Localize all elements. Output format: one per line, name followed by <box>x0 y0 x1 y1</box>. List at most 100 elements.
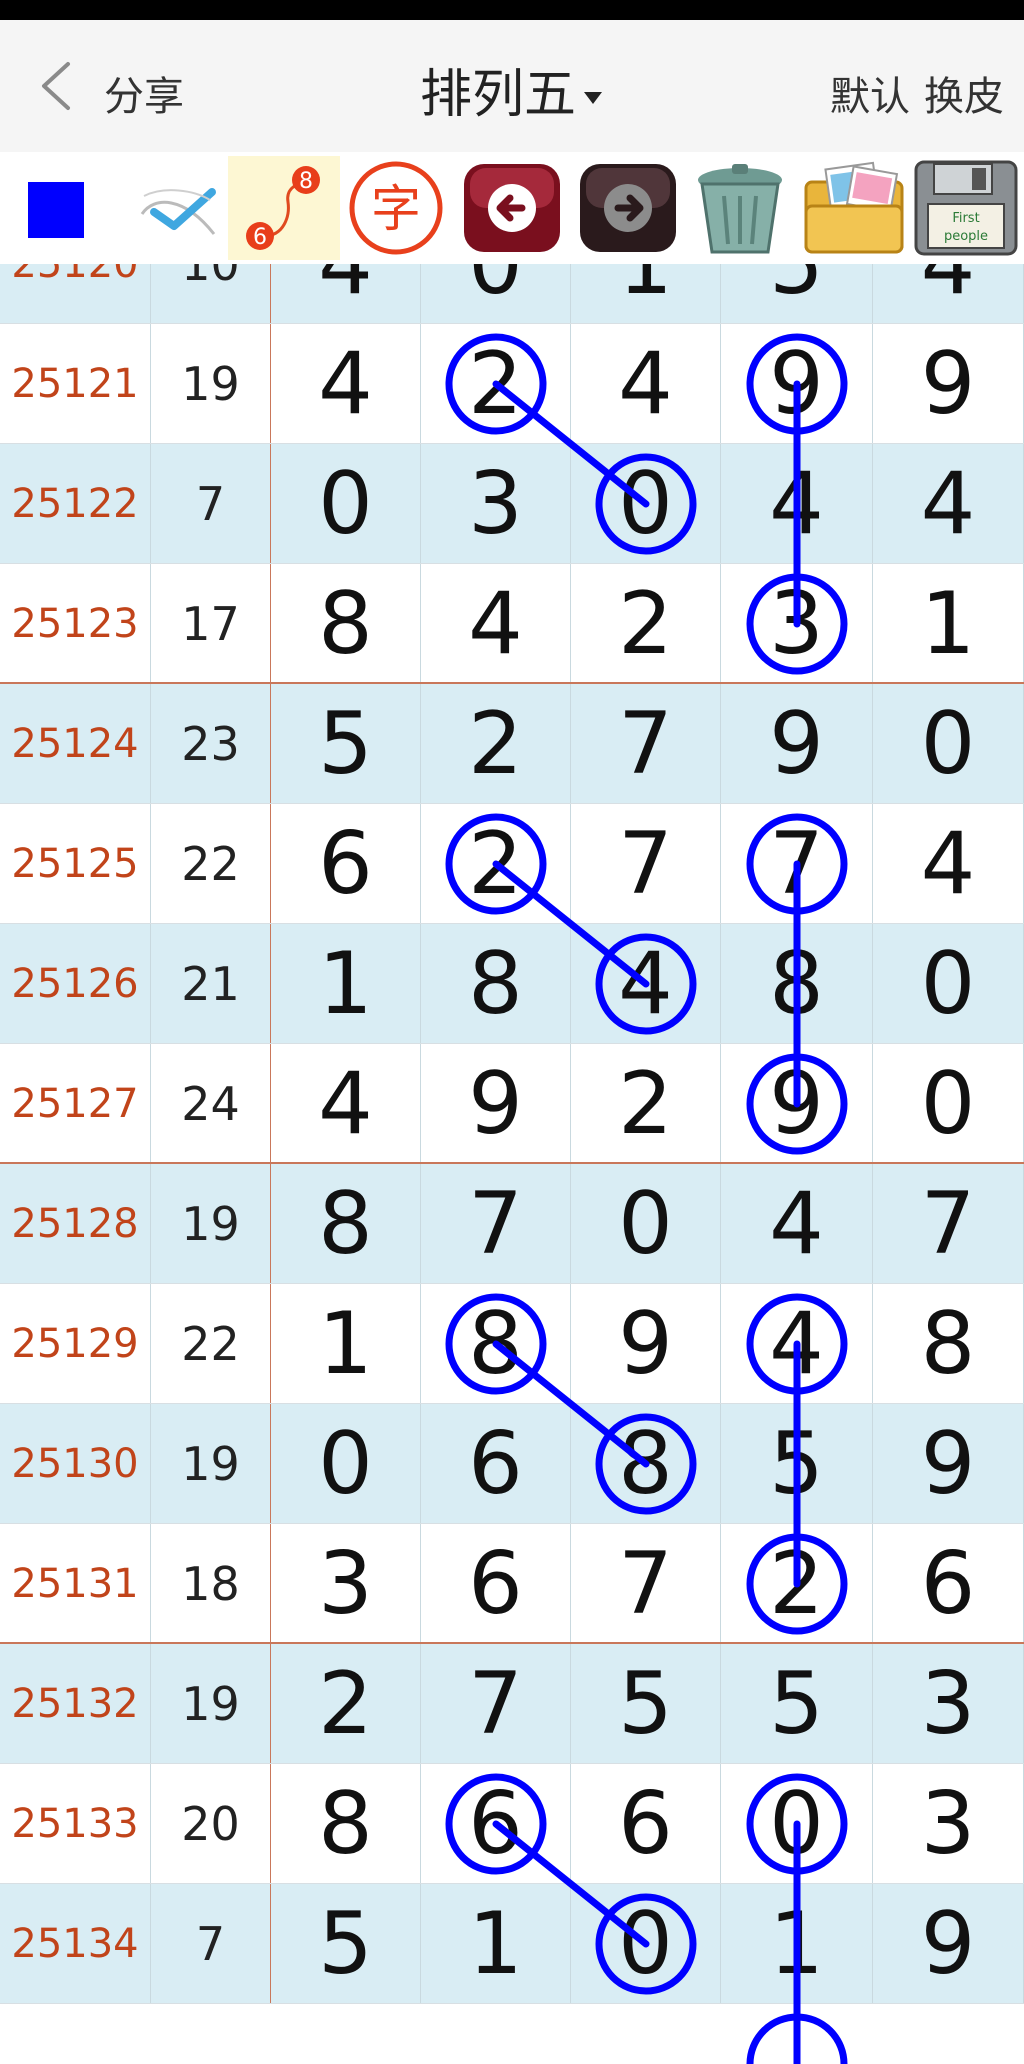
digit-5-cell[interactable]: 0 <box>873 924 1024 1044</box>
digit-sum-cell: 24 <box>151 1044 271 1164</box>
digit-2-cell[interactable]: 1 <box>421 1884 571 2004</box>
digit-3-cell[interactable]: 2 <box>571 564 721 684</box>
digit-1-cell[interactable]: 8 <box>271 1164 421 1284</box>
digit-4-cell[interactable]: 7 <box>721 804 873 924</box>
digit-4-cell[interactable]: 1 <box>721 1884 873 2004</box>
change-skin-button[interactable]: 换皮 <box>924 74 1004 120</box>
digit-5-cell[interactable]: 4 <box>873 264 1024 324</box>
digit-3-cell[interactable]: 9 <box>571 1284 721 1404</box>
digit-3-cell[interactable]: 0 <box>571 1884 721 2004</box>
digit-4-cell[interactable]: 9 <box>721 1044 873 1164</box>
digit-4-cell[interactable]: 5 <box>721 264 873 324</box>
digit-5-cell[interactable]: 0 <box>873 684 1024 804</box>
digit-2-cell[interactable]: 2 <box>421 324 571 444</box>
digit-3-cell[interactable]: 7 <box>571 1524 721 1644</box>
digit-2-cell[interactable]: 8 <box>421 1284 571 1404</box>
digit-2-cell[interactable]: 8 <box>421 924 571 1044</box>
digit-1-cell[interactable]: 1 <box>271 1284 421 1404</box>
undo-button[interactable] <box>456 156 568 260</box>
digit-5-cell[interactable]: 8 <box>873 1284 1024 1404</box>
digit-5-cell[interactable]: 0 <box>873 1044 1024 1164</box>
digit-4-cell[interactable]: 4 <box>721 1284 873 1404</box>
open-image-button[interactable] <box>798 156 910 260</box>
digit-3-cell[interactable]: 0 <box>571 1164 721 1284</box>
digit-1-cell[interactable]: 4 <box>271 264 421 324</box>
digit-1-cell[interactable]: 6 <box>271 804 421 924</box>
digit-1-cell[interactable]: 3 <box>271 1524 421 1644</box>
digit-1-cell[interactable]: 2 <box>271 1644 421 1764</box>
digit-5-cell[interactable]: 3 <box>873 1644 1024 1764</box>
digit-5-cell[interactable]: 4 <box>873 804 1024 924</box>
digit-1-cell[interactable]: 1 <box>271 924 421 1044</box>
issue-number-cell: 25122 <box>0 444 151 564</box>
issue-number-cell: 25126 <box>0 924 151 1044</box>
digit-5-cell[interactable]: 6 <box>873 1524 1024 1644</box>
digit-sum-cell: 20 <box>151 1764 271 1884</box>
digit-2-cell[interactable]: 9 <box>421 1044 571 1164</box>
digit-2-cell[interactable]: 3 <box>421 444 571 564</box>
digit-sum-cell: 21 <box>151 924 271 1044</box>
lottery-type-selector[interactable]: 排列五 <box>420 52 604 127</box>
digit-3-cell[interactable]: 6 <box>571 1764 721 1884</box>
digit-4-cell[interactable]: 8 <box>721 924 873 1044</box>
digit-5-cell[interactable]: 4 <box>873 444 1024 564</box>
issue-number-cell: 25124 <box>0 684 151 804</box>
digit-5-cell[interactable]: 1 <box>873 564 1024 684</box>
digit-1-cell[interactable]: 5 <box>271 1884 421 2004</box>
digit-3-cell[interactable]: 4 <box>571 324 721 444</box>
digit-2-cell[interactable]: 2 <box>421 684 571 804</box>
digit-5-cell[interactable]: 9 <box>873 324 1024 444</box>
digit-3-cell[interactable]: 5 <box>571 1644 721 1764</box>
share-button[interactable]: 分享 <box>104 64 184 122</box>
digit-2-cell[interactable]: 6 <box>421 1404 571 1524</box>
clear-button[interactable] <box>684 156 796 260</box>
digit-2-cell[interactable]: 0 <box>421 264 571 324</box>
digit-3-cell[interactable]: 8 <box>571 1404 721 1524</box>
digit-4-cell[interactable]: 3 <box>721 564 873 684</box>
digit-3-cell[interactable]: 7 <box>571 684 721 804</box>
table-row: 25129 22 1 8 9 4 8 <box>0 1284 1024 1404</box>
digit-1-cell[interactable]: 0 <box>271 1404 421 1524</box>
connect-line-button[interactable]: 8 6 <box>228 156 340 260</box>
digit-2-cell[interactable]: 7 <box>421 1164 571 1284</box>
table-row: 25133 20 8 6 6 0 3 <box>0 1764 1024 1884</box>
digit-2-cell[interactable]: 6 <box>421 1524 571 1644</box>
text-tool-button[interactable]: 字 <box>340 156 452 260</box>
digit-3-cell[interactable]: 0 <box>571 444 721 564</box>
back-button[interactable] <box>30 56 90 116</box>
digit-3-cell[interactable]: 2 <box>571 1044 721 1164</box>
digit-2-cell[interactable]: 2 <box>421 804 571 924</box>
digit-3-cell[interactable]: 7 <box>571 804 721 924</box>
results-grid: 25120 10 4 0 1 5 4 25121 19 4 2 4 9 9 25122 7 0 3 0 4 4 25123… <box>0 264 1024 2064</box>
digit-4-cell[interactable]: 9 <box>721 324 873 444</box>
digit-3-cell[interactable]: 4 <box>571 924 721 1044</box>
digit-1-cell[interactable]: 0 <box>271 444 421 564</box>
digit-2-cell[interactable]: 7 <box>421 1644 571 1764</box>
digit-3-cell[interactable]: 1 <box>571 264 721 324</box>
digit-4-cell[interactable]: 4 <box>721 444 873 564</box>
digit-4-cell[interactable]: 5 <box>721 1404 873 1524</box>
digit-4-cell[interactable]: 2 <box>721 1524 873 1644</box>
digit-1-cell[interactable]: 8 <box>271 564 421 684</box>
digit-sum-cell: 22 <box>151 804 271 924</box>
digit-4-cell[interactable]: 9 <box>721 684 873 804</box>
digit-1-cell[interactable]: 5 <box>271 684 421 804</box>
digit-4-cell[interactable]: 4 <box>721 1164 873 1284</box>
digit-5-cell[interactable]: 3 <box>873 1764 1024 1884</box>
digit-1-cell[interactable]: 4 <box>271 1044 421 1164</box>
digit-2-cell[interactable]: 6 <box>421 1764 571 1884</box>
digit-5-cell[interactable]: 9 <box>873 1404 1024 1524</box>
mark-tool-button[interactable] <box>124 156 236 260</box>
text-tool-icon: 字 <box>349 161 443 255</box>
digit-5-cell[interactable]: 9 <box>873 1884 1024 2004</box>
digit-5-cell[interactable]: 7 <box>873 1164 1024 1284</box>
save-button[interactable]: First people <box>910 156 1022 260</box>
digit-4-cell[interactable]: 0 <box>721 1764 873 1884</box>
digit-4-cell[interactable]: 5 <box>721 1644 873 1764</box>
digit-1-cell[interactable]: 8 <box>271 1764 421 1884</box>
redo-button[interactable] <box>572 156 684 260</box>
color-picker-button[interactable] <box>10 156 122 260</box>
digit-1-cell[interactable]: 4 <box>271 324 421 444</box>
digit-2-cell[interactable]: 4 <box>421 564 571 684</box>
default-button[interactable]: 默认 <box>830 74 910 120</box>
